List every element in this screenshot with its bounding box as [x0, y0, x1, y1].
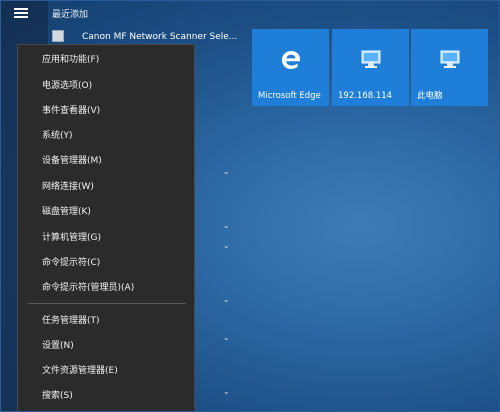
chevron-down-icon[interactable]: ˅: [223, 226, 229, 236]
chevron-down-icon[interactable]: ˅: [223, 338, 229, 348]
recent-app-name: Canon MF Network Scanner Sele...: [82, 32, 238, 42]
menu-item-file-explorer[interactable]: 文件资源管理器(E): [18, 360, 194, 382]
chevron-down-icon[interactable]: ˅: [223, 392, 229, 402]
recently-added-header: 最近添加: [52, 10, 89, 20]
hamburger-menu-icon[interactable]: [14, 8, 28, 18]
menu-item-search[interactable]: 搜索(S): [18, 385, 194, 407]
tile-network-computer[interactable]: 192.168.114: [332, 29, 409, 106]
menu-separator: [28, 303, 186, 304]
edge-icon: [281, 51, 300, 69]
menu-item-power-options[interactable]: 电源选项(O): [18, 75, 194, 97]
tile-this-pc[interactable]: 此电脑: [411, 29, 488, 106]
menu-item-command-prompt[interactable]: 命令提示符(C): [18, 252, 194, 274]
tile-microsoft-edge[interactable]: Microsoft Edge: [252, 29, 329, 106]
menu-item-device-manager[interactable]: 设备管理器(M): [18, 150, 194, 172]
tile-label: 此电脑: [417, 91, 443, 101]
computer-icon: [440, 50, 459, 68]
chevron-down-icon[interactable]: ˅: [223, 172, 229, 182]
menu-item-computer-management[interactable]: 计算机管理(G): [18, 227, 194, 249]
tile-label: 192.168.114: [338, 91, 393, 101]
chevron-down-icon[interactable]: ˅: [223, 300, 229, 310]
menu-item-disk-management[interactable]: 磁盘管理(K): [18, 201, 194, 223]
menu-item-apps-features[interactable]: 应用和功能(F): [18, 49, 194, 71]
menu-item-system[interactable]: 系统(Y): [18, 125, 194, 147]
scanner-app-icon: [52, 30, 64, 42]
menu-item-network[interactable]: 网络连接(W): [18, 176, 194, 198]
chevron-down-icon[interactable]: ˅: [223, 246, 229, 256]
power-user-context-menu: 应用和功能(F) 电源选项(O) 事件查看器(V) 系统(Y) 设备管理器(M)…: [17, 44, 195, 412]
computer-icon: [361, 50, 380, 68]
menu-item-command-prompt-admin[interactable]: 命令提示符(管理员)(A): [18, 277, 194, 299]
menu-item-task-manager[interactable]: 任务管理器(T): [18, 310, 194, 332]
menu-item-event-viewer[interactable]: 事件查看器(V): [18, 100, 194, 122]
menu-item-settings[interactable]: 设置(N): [18, 335, 194, 357]
tile-label: Microsoft Edge: [258, 91, 321, 101]
